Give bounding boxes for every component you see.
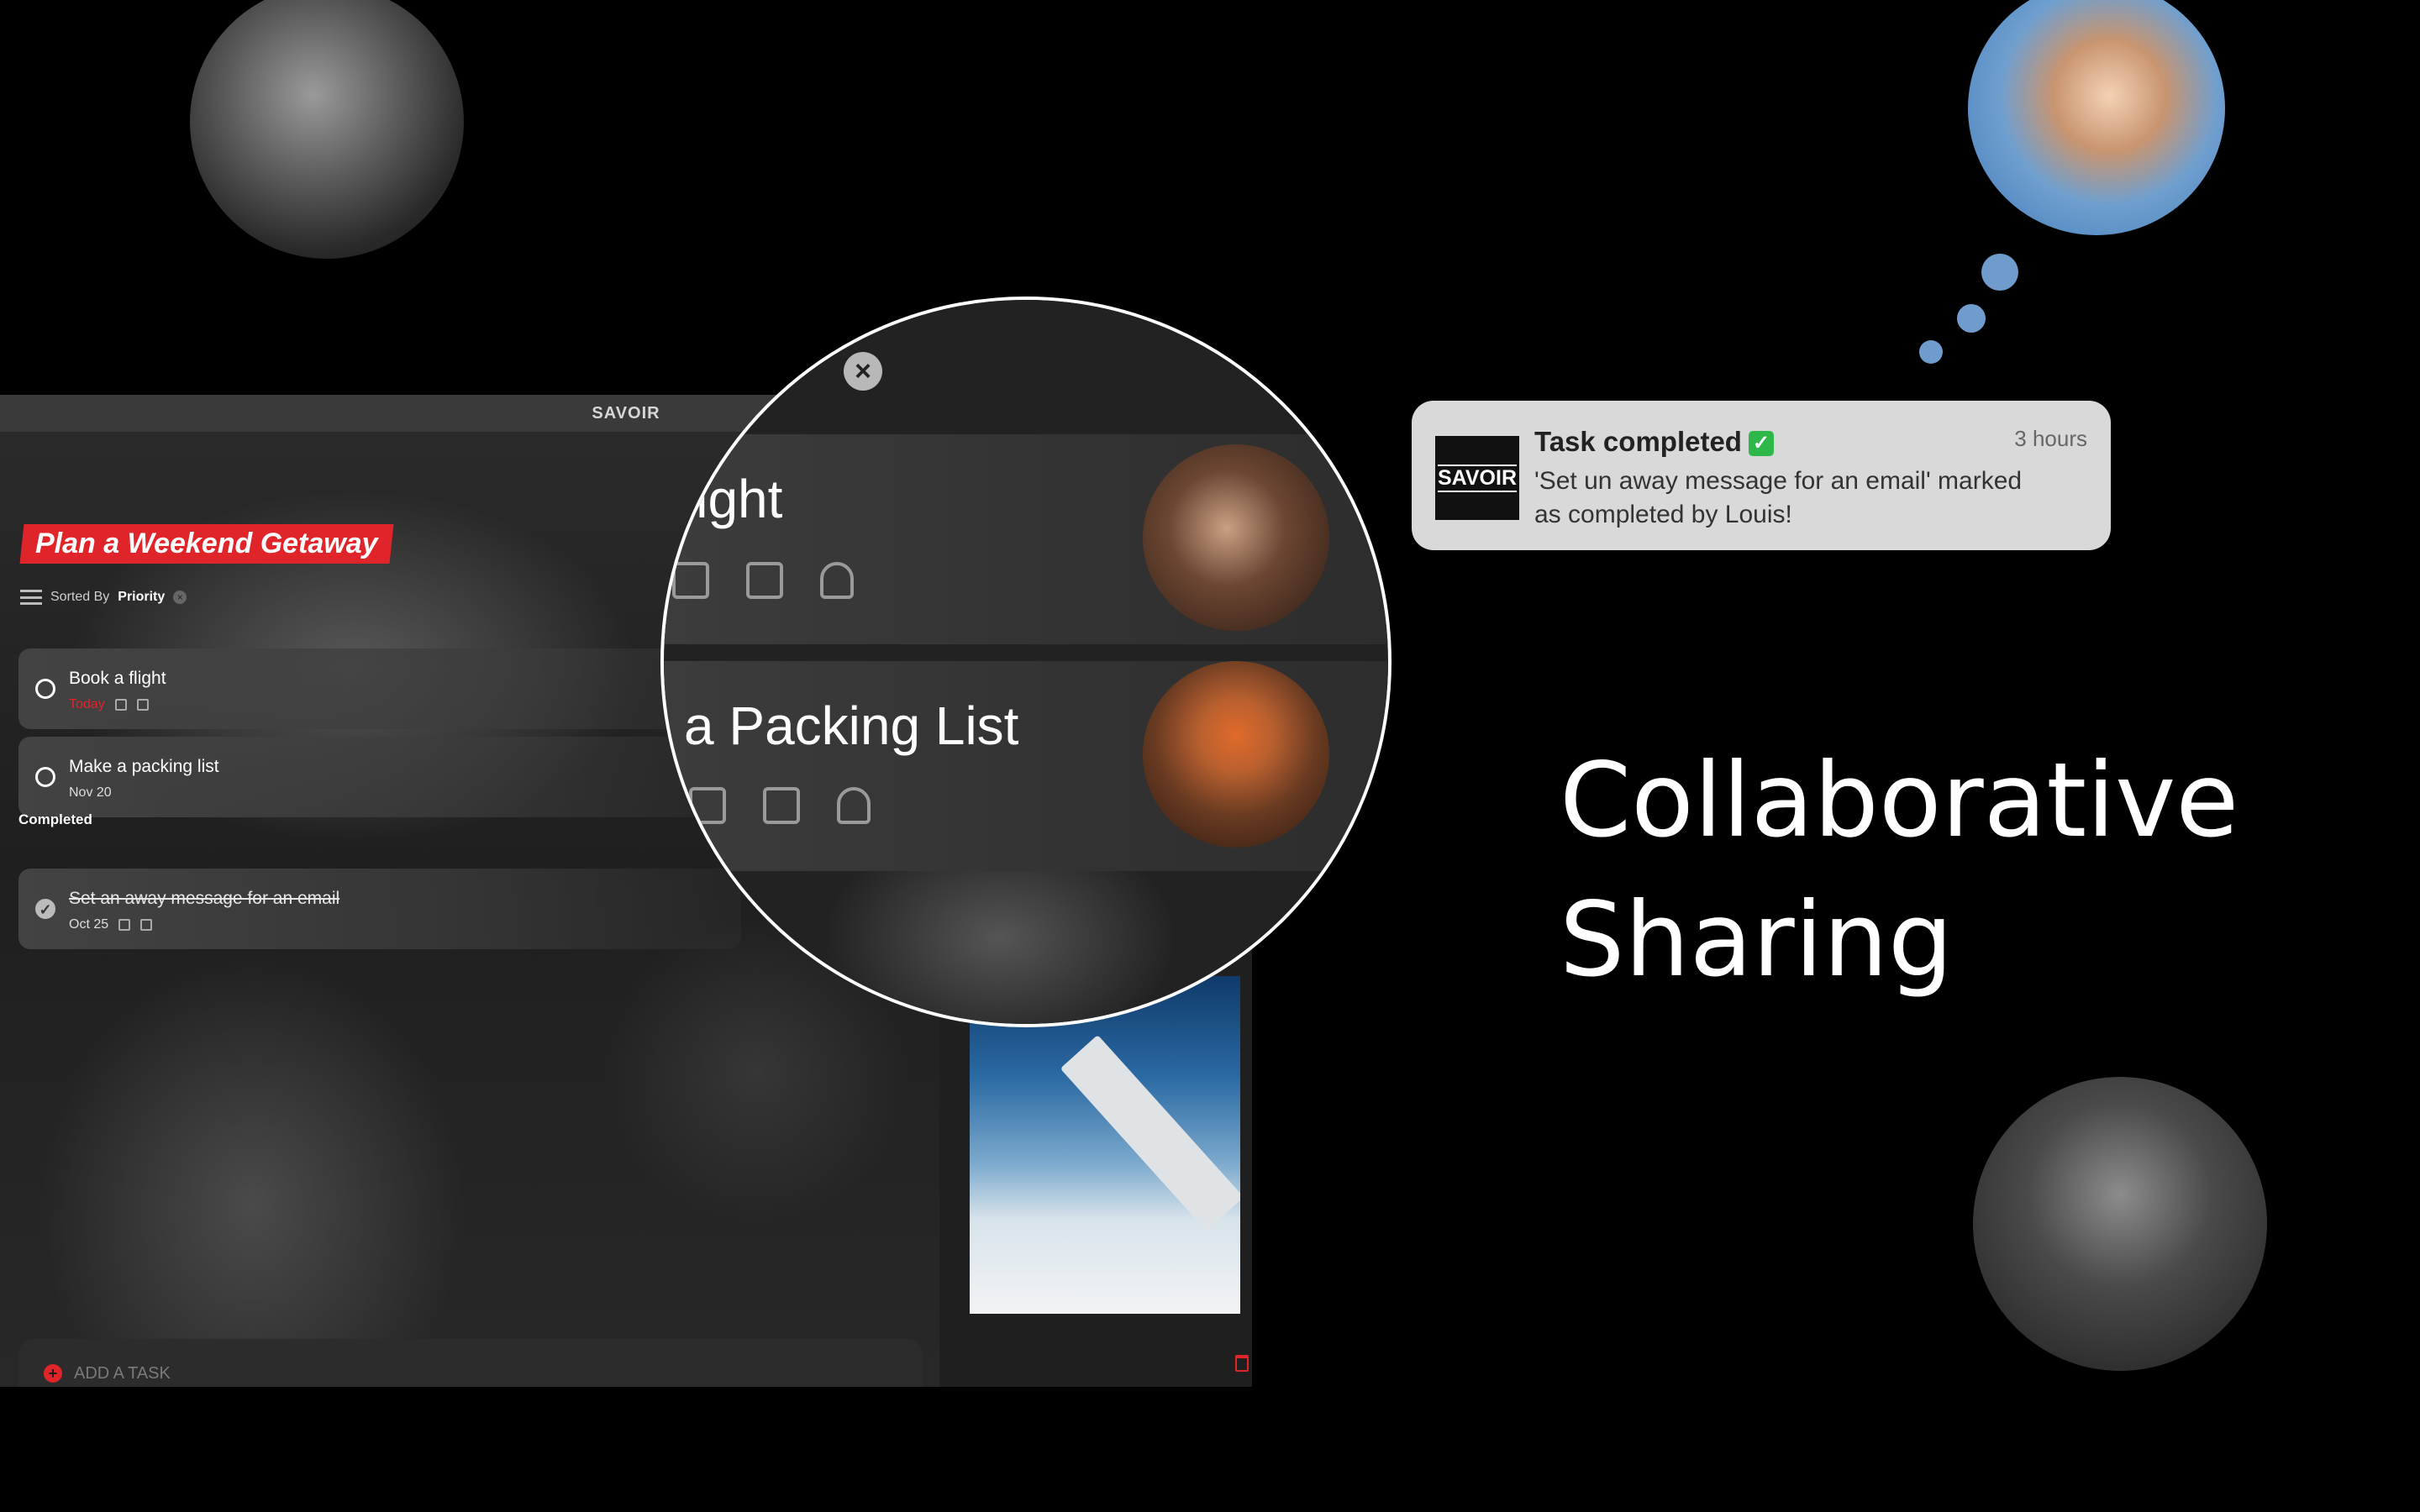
bell-icon[interactable]: [820, 562, 854, 599]
task-title: Make a packing list: [69, 757, 219, 776]
list-title: Plan a Weekend Getaway: [35, 528, 378, 559]
add-task-placeholder: ADD A TASK: [74, 1363, 171, 1383]
task-item[interactable]: Book a flight Today: [18, 648, 741, 729]
sort-value: Priority: [118, 590, 166, 604]
notes-icon[interactable]: [746, 562, 783, 599]
edit-icon[interactable]: [114, 699, 127, 711]
thought-bubble-small: [1919, 340, 1943, 364]
task-item[interactable]: Make a packing list Nov 20: [18, 737, 741, 817]
task-due-date: Today: [69, 697, 105, 711]
task-due-date: Oct 25: [69, 917, 109, 932]
task-title: Set an away message for an email: [69, 889, 340, 908]
collaborator-avatar[interactable]: [1143, 444, 1329, 631]
close-icon[interactable]: ×: [844, 352, 882, 391]
list-title-banner: Plan a Weekend Getaway: [19, 524, 394, 564]
notification-body: 'Set un away message for an email' marke…: [1534, 467, 2023, 528]
completed-section-label: Completed: [18, 811, 92, 827]
add-icon: +: [44, 1364, 62, 1383]
thought-bubble-large: [1981, 254, 2018, 291]
magnified-task-card: a Packing List: [664, 661, 1388, 871]
magnified-header: ×: [664, 300, 1388, 434]
notification-title: Task completed ✓: [1534, 426, 1774, 458]
edit-icon[interactable]: [672, 562, 709, 599]
airplane-wing: [1060, 1034, 1240, 1231]
sort-prefix: Sorted By: [50, 590, 110, 604]
task-checkbox-checked[interactable]: ✓: [35, 899, 55, 919]
task-title: Book a flight: [69, 669, 166, 688]
collaborator-avatar[interactable]: [1143, 661, 1329, 848]
headline-line-2: Sharing: [1560, 880, 1954, 1000]
magnifier-lens: × light a Packing List: [660, 297, 1392, 1027]
magnified-task-title: light: [684, 469, 783, 529]
magnified-task-card: light: [664, 434, 1388, 644]
repeat-icon[interactable]: [689, 787, 726, 824]
headline: Collaborative Sharing: [1560, 731, 2316, 1010]
add-task-input[interactable]: + ADD A TASK: [18, 1339, 923, 1387]
task-checkbox[interactable]: [35, 679, 55, 699]
bell-icon[interactable]: [837, 787, 871, 824]
sort-clear-icon[interactable]: ×: [173, 591, 187, 604]
notes-icon[interactable]: [136, 699, 149, 711]
magnified-background: [664, 871, 1388, 1024]
magnified-task-title: a Packing List: [684, 696, 1019, 756]
edit-icon[interactable]: [763, 787, 800, 824]
sort-icon: [20, 590, 42, 605]
avatar-man-microphone: [1973, 1077, 2267, 1371]
edit-icon[interactable]: [118, 919, 131, 931]
check-icon: ✓: [1748, 431, 1774, 457]
notes-icon[interactable]: [140, 919, 153, 931]
task-due-date: Nov 20: [69, 785, 112, 800]
thought-bubble-medium: [1957, 304, 1986, 333]
avatar-woman-icecream: [1968, 0, 2225, 235]
headline-line-1: Collaborative: [1560, 741, 2239, 860]
sort-control[interactable]: Sorted By Priority ×: [20, 590, 187, 605]
notification-time: 3 hours: [2014, 426, 2087, 451]
avatar-woman-sunglasses: [190, 0, 464, 259]
trash-icon[interactable]: [1235, 1355, 1249, 1372]
notification-banner[interactable]: SAVOIR Task completed ✓ 3 hours 'Set un a…: [1412, 401, 2111, 550]
app-logo: SAVOIR: [1435, 436, 1519, 520]
task-checkbox[interactable]: [35, 767, 55, 787]
completed-task-item[interactable]: ✓ Set an away message for an email Oct 2…: [18, 869, 741, 949]
